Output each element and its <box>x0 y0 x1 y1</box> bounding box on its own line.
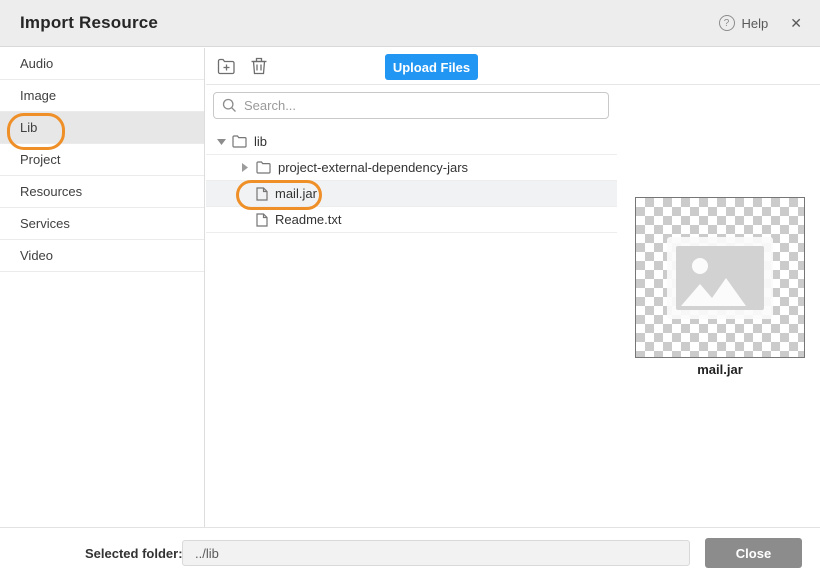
image-placeholder <box>667 237 773 319</box>
tree-row-lib[interactable]: lib <box>206 129 617 155</box>
trash-icon <box>251 57 267 75</box>
sidebar-item-video[interactable]: Video <box>0 240 204 272</box>
import-resource-dialog: Import Resource ? Help ✕ Audio Image Lib… <box>0 0 820 580</box>
sidebar-item-image[interactable]: Image <box>0 80 204 112</box>
search-box <box>213 92 609 119</box>
image-placeholder-icon <box>676 246 764 310</box>
caret-down-icon[interactable] <box>215 139 227 145</box>
sidebar-item-services[interactable]: Services <box>0 208 204 240</box>
tree-row-project-external-dependency-jars[interactable]: project-external-dependency-jars <box>206 155 617 181</box>
caret-right-icon[interactable] <box>239 163 251 172</box>
tree-label: project-external-dependency-jars <box>278 160 468 175</box>
new-folder-button[interactable] <box>213 53 239 79</box>
close-icon[interactable]: ✕ <box>790 15 802 32</box>
sidebar-item-project[interactable]: Project <box>0 144 204 176</box>
tree-row-mail-jar[interactable]: mail.jar <box>206 181 617 207</box>
dialog-header: Import Resource ? Help ✕ <box>0 0 820 47</box>
folder-icon <box>256 161 271 174</box>
sidebar-item-resources[interactable]: Resources <box>0 176 204 208</box>
sidebar-item-audio[interactable]: Audio <box>0 48 204 80</box>
category-sidebar: Audio Image Lib Project Resources Servic… <box>0 48 205 527</box>
file-toolbar: Upload Files <box>206 48 820 85</box>
dialog-footer: Selected folder: Close <box>0 527 820 580</box>
new-folder-icon <box>217 58 236 75</box>
sidebar-item-label: Project <box>20 152 60 167</box>
file-tree: lib project-external-dependency-jars ma <box>206 129 617 233</box>
header-actions: ? Help ✕ <box>719 15 802 32</box>
sidebar-item-label: Resources <box>20 184 82 199</box>
search-input[interactable] <box>213 92 609 119</box>
sidebar-item-label: Services <box>20 216 70 231</box>
sidebar-item-label: Video <box>20 248 53 263</box>
help-icon: ? <box>719 15 735 31</box>
selected-folder-input[interactable] <box>182 540 690 566</box>
tree-label: mail.jar <box>275 186 317 201</box>
file-preview <box>635 197 805 358</box>
tree-label: Readme.txt <box>275 212 341 227</box>
delete-button[interactable] <box>246 53 272 79</box>
page-title: Import Resource <box>20 13 158 33</box>
file-icon <box>256 187 268 201</box>
help-label: Help <box>742 16 769 31</box>
search-icon <box>222 98 237 113</box>
sidebar-item-label: Image <box>20 88 56 103</box>
sidebar-item-label: Lib <box>20 120 37 135</box>
file-icon <box>256 213 268 227</box>
tree-row-readme-txt[interactable]: Readme.txt <box>206 207 617 233</box>
selected-folder-label: Selected folder: <box>85 546 183 561</box>
sidebar-item-lib[interactable]: Lib <box>0 112 204 144</box>
preview-file-name: mail.jar <box>635 362 805 377</box>
help-button[interactable]: ? Help <box>719 15 769 31</box>
sidebar-item-label: Audio <box>20 56 53 71</box>
tree-label: lib <box>254 134 267 149</box>
upload-files-button[interactable]: Upload Files <box>385 54 478 80</box>
folder-icon <box>232 135 247 148</box>
close-button[interactable]: Close <box>705 538 802 568</box>
